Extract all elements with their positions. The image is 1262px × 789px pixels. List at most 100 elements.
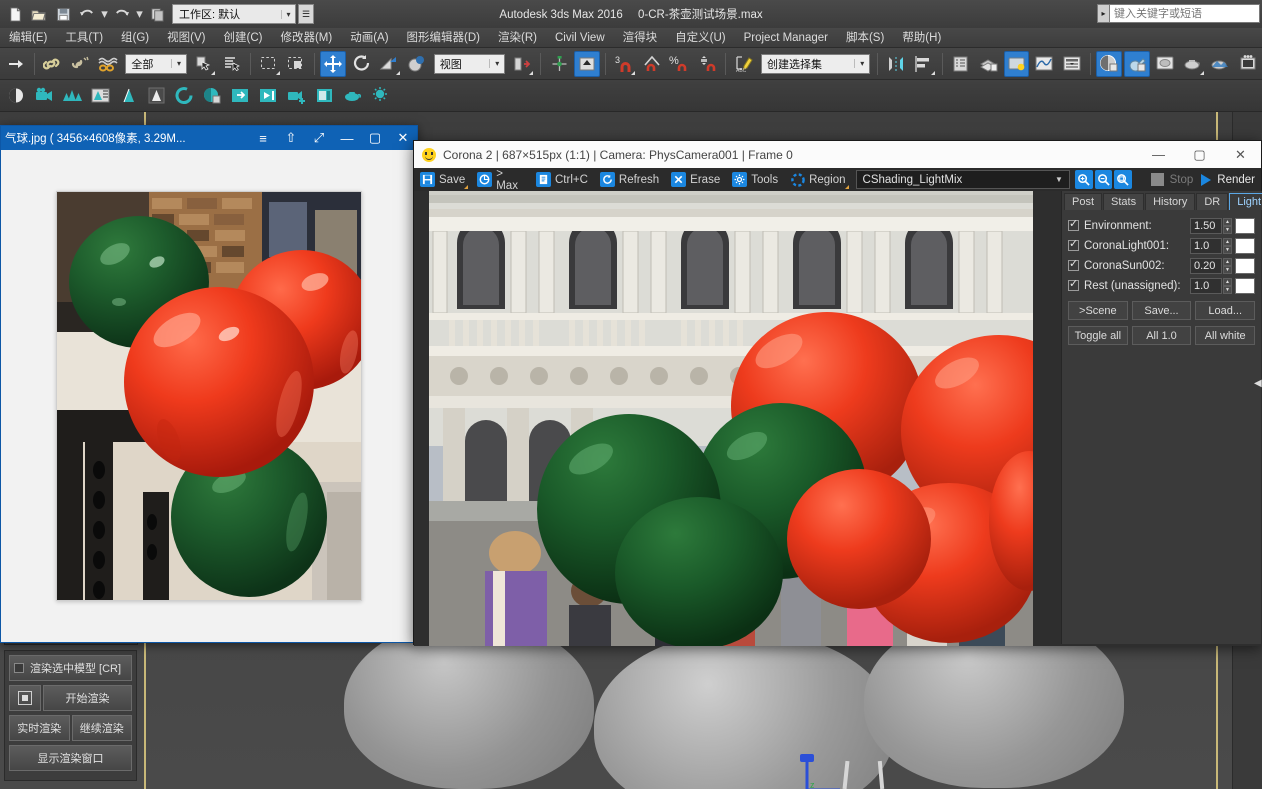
forest-pack-icon[interactable] [59,83,85,109]
corona-render-image[interactable]: AIS [429,191,1033,646]
search-dropdown-icon[interactable]: ▸ [1097,4,1110,23]
forest-edit-icon[interactable] [115,83,141,109]
angle-snap-button[interactable] [639,51,665,77]
corona-mat-icon[interactable] [199,83,225,109]
color-swatch[interactable] [1235,257,1255,274]
tab-dr[interactable]: DR [1196,193,1229,210]
lightmix-value-input[interactable]: 1.0 [1190,237,1222,254]
tools-button[interactable]: Tools [727,169,783,190]
corona-teapot-icon[interactable] [339,83,365,109]
all-one-button[interactable]: All 1.0 [1131,326,1192,345]
ribbon-toggle-button[interactable] [1003,50,1030,77]
maximize-icon[interactable]: ▢ [361,126,389,150]
to-max-button[interactable]: > Max [472,168,529,192]
menu-item-tools[interactable]: 工具(T) [56,28,112,48]
tab-lightmix[interactable]: LightMix [1229,193,1262,210]
select-and-manipulate-button[interactable] [573,50,600,77]
all-white-button[interactable]: All white [1195,326,1256,345]
erase-button[interactable]: Erase [666,169,725,190]
checkbox-icon[interactable] [1068,217,1079,231]
select-object-button[interactable] [3,51,29,77]
menu-item-customize[interactable]: 自定义(U) [666,28,734,48]
named-selection-set-combo[interactable]: 创建选择集 ▾ [761,53,871,74]
color-swatch[interactable] [1235,277,1255,294]
rotate-icon[interactable]: ⇧ [277,126,305,150]
checkbox-icon[interactable] [14,663,24,673]
color-swatch[interactable] [1235,237,1255,254]
workspace-menu-button[interactable]: ☰ [298,4,314,24]
curve-editor-button[interactable] [1031,51,1057,77]
region-button[interactable]: Region [785,169,850,190]
snap-toggle-button[interactable]: 3 [611,51,637,77]
corona-sun-icon[interactable] [367,83,393,109]
stop-button[interactable]: Stop [1150,173,1193,186]
checkbox-icon[interactable] [1068,277,1079,291]
search-box[interactable]: ▸ 键入关键字或短语 [1097,3,1260,24]
window-crossing-button[interactable] [284,51,310,77]
activeshade-button[interactable] [1235,51,1261,77]
scene-button[interactable]: >Scene [1068,301,1128,320]
spinner-icon[interactable]: ▲ ▼ [1223,277,1232,294]
close-icon[interactable]: ✕ [1220,141,1261,168]
mirror-button[interactable] [883,51,909,77]
zoom-fit-button[interactable] [1114,170,1132,189]
tab-history[interactable]: History [1145,193,1196,210]
render-element-select[interactable]: CShading_LightMix ▼ [855,170,1070,189]
scene-explorer-button[interactable] [976,51,1002,77]
reference-coordinate-icon[interactable] [404,51,430,77]
open-file-icon[interactable] [28,3,50,25]
color-swatch[interactable] [1235,217,1255,234]
image-viewer-body[interactable] [1,150,417,642]
save-file-icon[interactable] [52,3,74,25]
fullscreen-icon[interactable]: ⤢ [305,126,333,150]
corona-camera-icon[interactable] [31,83,57,109]
corona-scatter-icon[interactable] [283,83,309,109]
new-file-icon[interactable] [4,3,26,25]
minimize-icon[interactable]: — [1138,141,1179,168]
checkbox-icon[interactable] [1068,237,1079,251]
image-viewer-window[interactable]: 气球.jpg ( 3456×4608像素, 3.29M... ≡ ⇧ ⤢ — ▢… [0,125,418,643]
spinner-icon[interactable]: ▲ ▼ [1223,237,1232,254]
select-move-button[interactable] [320,50,347,77]
use-pivot-center-button[interactable] [509,51,535,77]
schematic-view-button[interactable] [1059,51,1085,77]
percent-snap-button[interactable]: % [666,51,692,77]
menu-item-renderfast[interactable]: 渲得块 [614,28,667,48]
menu-item-modifiers[interactable]: 修改器(M) [271,28,341,48]
align-button[interactable] [911,51,937,77]
zoom-out-button[interactable] [1094,170,1113,189]
rect-selection-region-button[interactable] [256,51,282,77]
render-setup-button[interactable] [1124,50,1150,77]
lightmix-row-rest[interactable]: Rest (unassigned): 1.0 ▲▼ [1068,276,1255,295]
lightmix-row-coronalight001[interactable]: CoronaLight001: 1.0 ▲▼ [1068,236,1255,255]
lightmix-value-input[interactable]: 1.50 [1190,217,1222,234]
copy-button[interactable]: Ctrl+C [531,169,593,190]
corona-title-bar[interactable]: Corona 2 | 687×515px (1:1) | Camera: Phy… [414,141,1261,168]
render-frame-window-button[interactable] [1152,51,1178,77]
menu-icon[interactable]: ≡ [249,126,277,150]
select-scale-button[interactable] [376,51,402,77]
zoom-in-button[interactable] [1074,170,1093,189]
menu-item-civil-view[interactable]: Civil View [546,28,614,48]
render-selected-checkbox[interactable]: 渲染选中模型 [CR] [9,655,132,681]
menu-item-group[interactable]: 组(G) [112,28,158,48]
corona-proxy-icon[interactable] [227,83,253,109]
menu-item-help[interactable]: 帮助(H) [893,28,950,48]
railclone-icon[interactable] [171,83,197,109]
select-link-button[interactable] [40,51,66,77]
transform-gizmo[interactable]: x z y [780,752,930,789]
panel-collapse-arrow-icon[interactable]: ◀ [1254,378,1262,392]
menu-item-scripting[interactable]: 脚本(S) [837,28,893,48]
undo-icon[interactable] [76,3,98,25]
redo-icon[interactable] [111,3,133,25]
render-button[interactable]: Render [1201,173,1261,186]
corona-light-icon[interactable] [311,83,337,109]
minimize-icon[interactable]: — [333,126,361,150]
corona-vfb-window[interactable]: Corona 2 | 687×515px (1:1) | Camera: Phy… [413,140,1262,646]
start-render-button[interactable]: 开始渲染 [43,685,132,711]
toggle-all-button[interactable]: Toggle all [1068,326,1128,345]
load-lightmix-button[interactable]: Load... [1195,301,1256,320]
spinner-snap-button[interactable] [694,51,720,77]
select-by-name-button[interactable] [219,51,245,77]
maximize-icon[interactable]: ▢ [1179,141,1220,168]
